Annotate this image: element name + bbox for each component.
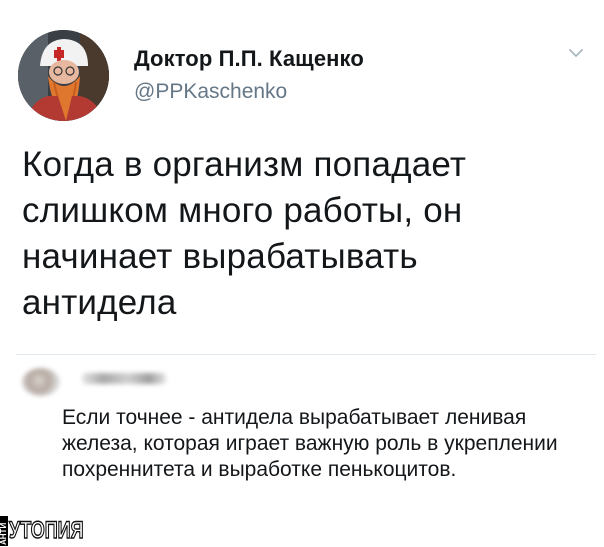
avatar-image: [18, 30, 109, 121]
author-handle[interactable]: @PPKaschenko: [134, 80, 287, 104]
author-avatar[interactable]: [18, 30, 109, 121]
tweet-text: Когда в организм попадает слишком много …: [22, 145, 467, 322]
reply-text: Если точнее - антидела вырабатывает лени…: [62, 406, 558, 481]
reply-avatar[interactable]: [22, 368, 60, 396]
tweet: Доктор П.П. Кащенко @PPKaschenko Когда в…: [0, 0, 604, 547]
reply-username-redacted: [82, 373, 166, 384]
divider: [16, 354, 596, 355]
watermark: АНТИ УТОПИЯ: [0, 514, 108, 547]
watermark-small-text: АНТИ: [0, 515, 8, 546]
watermark-text: УТОПИЯ: [8, 516, 84, 544]
author-name[interactable]: Доктор П.П. Кащенко: [134, 46, 364, 72]
chevron-down-icon[interactable]: [567, 44, 585, 62]
